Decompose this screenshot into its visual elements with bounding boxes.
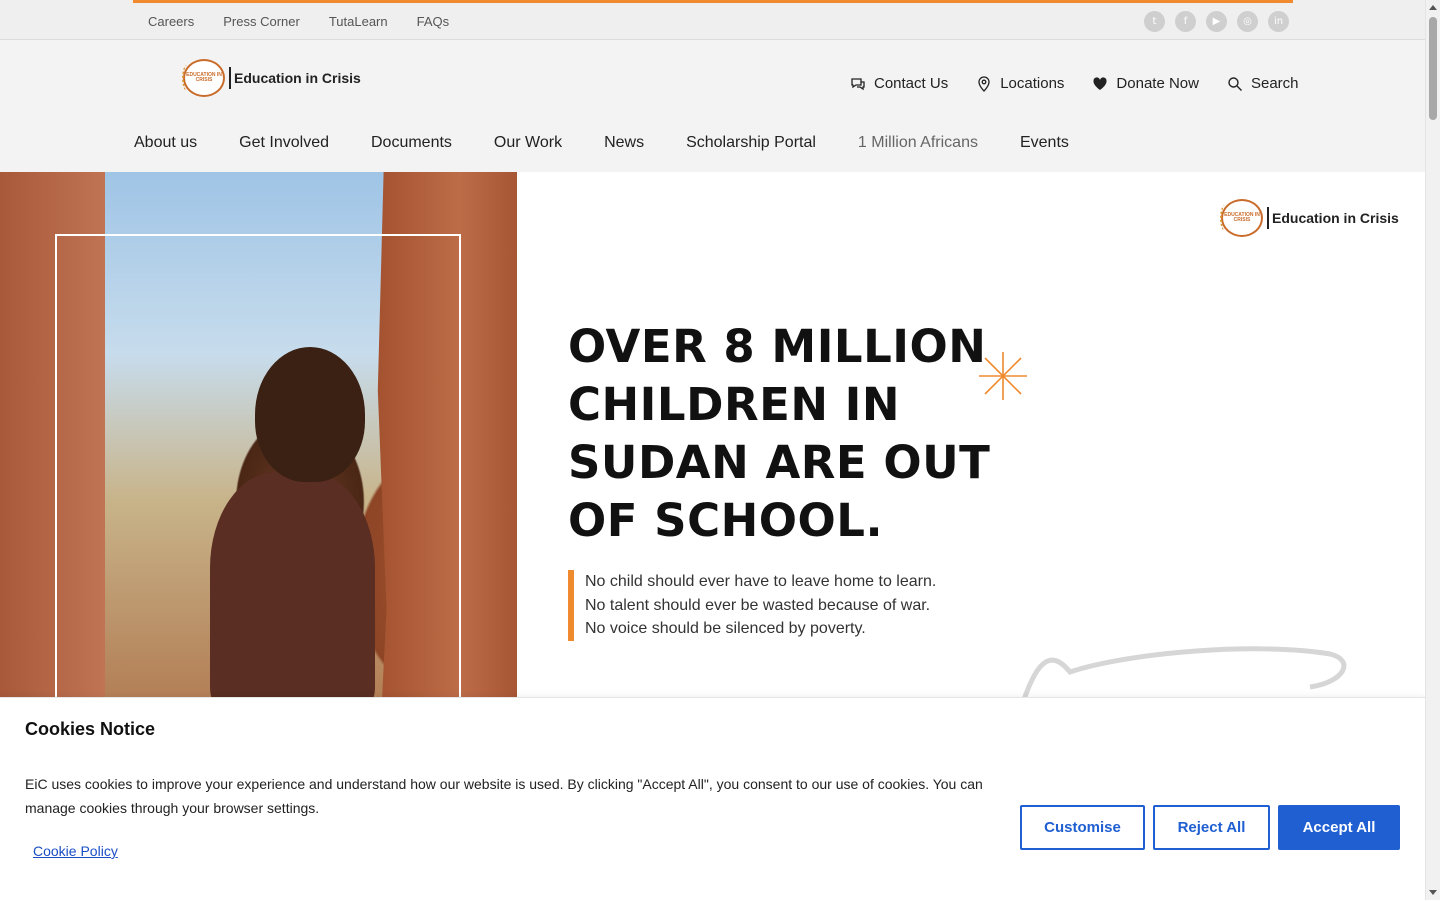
search-icon [1228, 76, 1242, 91]
customise-button[interactable]: Customise [1020, 805, 1145, 850]
nav-documents[interactable]: Documents [371, 134, 452, 152]
top-link-tutalearn[interactable]: TutaLearn [329, 14, 388, 29]
utility-nav: Contact Us Locations Donate Now Search [850, 75, 1299, 92]
top-link-press-corner[interactable]: Press Corner [223, 14, 300, 29]
search-link[interactable]: Search [1227, 75, 1299, 92]
wheat-icon [182, 65, 192, 91]
hero-logo-divider [1267, 207, 1269, 229]
logo-emblem: EDUCATION IN CRISIS [182, 59, 225, 97]
donate-now-link[interactable]: Donate Now [1092, 75, 1199, 92]
search-label: Search [1250, 75, 1299, 92]
contact-us-label: Contact Us [874, 75, 949, 92]
reject-all-button[interactable]: Reject All [1153, 805, 1270, 850]
map-pin-icon [978, 75, 990, 92]
hero-quote: No child should ever have to leave home … [568, 570, 936, 641]
contact-us-link[interactable]: Contact Us [850, 75, 948, 92]
hero-logo-emblem: EDUCATION IN CRISIS [1220, 199, 1263, 237]
donate-now-label: Donate Now [1116, 75, 1199, 92]
hero-headline: OVER 8 MILLION CHILDREN IN SUDAN ARE OUT… [568, 318, 998, 550]
hero-logo-name: Education in Crisis [1272, 210, 1399, 226]
heart-icon [1093, 76, 1108, 90]
accept-all-button[interactable]: Accept All [1278, 805, 1400, 850]
scroll-up-arrow-icon[interactable] [1429, 5, 1437, 10]
top-accent-line [133, 0, 1293, 3]
logo-name: Education in Crisis [234, 70, 361, 86]
locations-label: Locations [1000, 75, 1065, 92]
nav-news[interactable]: News [604, 134, 644, 152]
instagram-icon[interactable]: ◎ [1237, 11, 1258, 32]
headline-line: CHILDREN IN [568, 378, 901, 431]
nav-events[interactable]: Events [1020, 134, 1069, 152]
cookie-policy-link[interactable]: Cookie Policy [33, 843, 118, 859]
main-nav: About us Get Involved Documents Our Work… [134, 134, 1069, 152]
page-scrollbar[interactable] [1425, 0, 1440, 900]
locations-link[interactable]: Locations [976, 75, 1064, 92]
sparkle-icon [979, 352, 1027, 400]
headline-line: SUDAN ARE OUT [568, 436, 991, 489]
quote-line: No voice should be silenced by poverty. [585, 620, 866, 637]
quote-line: No talent should ever be wasted because … [585, 596, 931, 614]
linkedin-icon[interactable]: in [1268, 11, 1289, 32]
logo-divider [229, 67, 231, 89]
nav-1-million-africans[interactable]: 1 Million Africans [858, 134, 978, 152]
headline-line: OVER 8 MILLION [568, 320, 987, 373]
top-links: Careers Press Corner TutaLearn FAQs [148, 14, 449, 29]
cookie-text: EiC uses cookies to improve your experie… [25, 776, 983, 816]
youtube-icon[interactable]: ▶ [1206, 11, 1227, 32]
top-bar: Careers Press Corner TutaLearn FAQs t f … [0, 0, 1425, 40]
facebook-icon[interactable]: f [1175, 11, 1196, 32]
chat-icon [851, 77, 865, 90]
cookie-title: Cookies Notice [25, 719, 156, 739]
site-logo[interactable]: EDUCATION IN CRISIS Education in Crisis [182, 59, 361, 97]
quote-line: No child should ever have to leave home … [585, 573, 937, 590]
nav-about-us[interactable]: About us [134, 134, 197, 152]
social-links: t f ▶ ◎ in [1144, 11, 1289, 32]
scrollbar-thumb[interactable] [1429, 17, 1437, 120]
site-header: EDUCATION IN CRISIS Education in Crisis … [0, 40, 1425, 172]
hero-logo: EDUCATION IN CRISIS Education in Crisis [1220, 199, 1399, 237]
nav-our-work[interactable]: Our Work [494, 134, 562, 152]
headline-line: OF SCHOOL. [568, 494, 884, 547]
scroll-down-arrow-icon[interactable] [1429, 890, 1437, 895]
twitter-icon[interactable]: t [1144, 11, 1165, 32]
nav-scholarship-portal[interactable]: Scholarship Portal [686, 134, 816, 152]
nav-get-involved[interactable]: Get Involved [239, 134, 329, 152]
top-link-faqs[interactable]: FAQs [417, 14, 450, 29]
top-link-careers[interactable]: Careers [148, 14, 194, 29]
cookie-banner: Cookies Notice EiC uses cookies to impro… [0, 697, 1425, 901]
wheat-icon [1220, 205, 1230, 231]
